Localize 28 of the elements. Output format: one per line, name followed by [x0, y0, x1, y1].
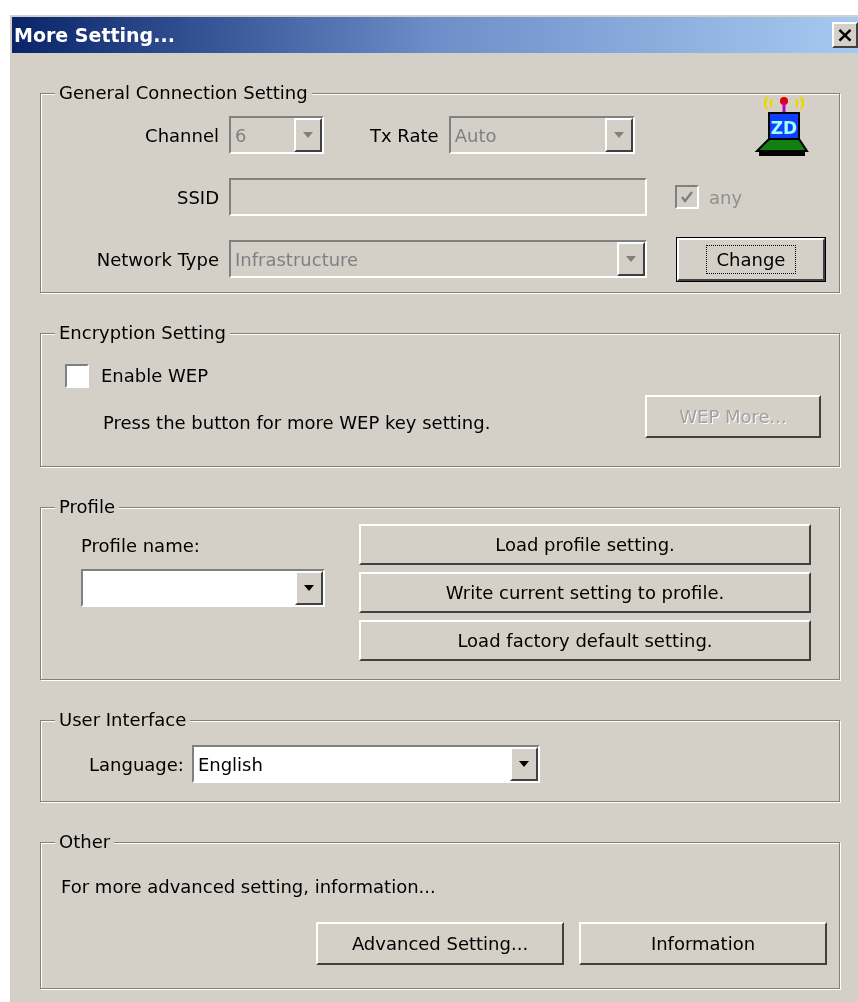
field-label: Profile name:	[81, 534, 201, 558]
push-button[interactable]: Load factory default setting.	[359, 620, 811, 661]
check-mark-icon	[680, 190, 694, 204]
push-button[interactable]: Information	[579, 922, 827, 965]
laptop-logo: ZD	[754, 93, 813, 157]
field-label: Language:	[89, 752, 184, 777]
field-label: SSID	[175, 185, 219, 210]
push-button[interactable]: Advanced Setting...	[316, 922, 564, 965]
dropdown-arrow-icon	[612, 131, 625, 139]
push-button[interactable]: Load profile setting.	[359, 524, 811, 565]
dropdown-field[interactable]: English	[191, 745, 540, 783]
dropdown-arrow-icon	[302, 131, 314, 139]
checkbox-label: any	[709, 185, 743, 210]
field-label: Network Type	[95, 247, 219, 272]
field-label: Tx Rate	[370, 123, 439, 148]
field-label: Channel	[144, 123, 219, 148]
close-button[interactable]: ×	[832, 22, 858, 48]
checkbox-label: Enable WEP	[101, 364, 209, 388]
checkbox[interactable]	[65, 363, 89, 388]
dropdown-arrow-icon	[625, 255, 637, 263]
hint-text: For more advanced setting, information...	[61, 875, 437, 899]
push-button[interactable]: Change	[677, 237, 825, 281]
dropdown-field[interactable]	[81, 569, 325, 607]
dropdown-arrow-icon	[303, 584, 315, 592]
window-title: More Setting...	[14, 22, 175, 48]
dropdown-arrow-icon	[517, 760, 530, 768]
hint-text: Press the button for more WEP key setting.	[103, 411, 491, 435]
push-button[interactable]: Write current setting to profile.	[359, 572, 811, 613]
